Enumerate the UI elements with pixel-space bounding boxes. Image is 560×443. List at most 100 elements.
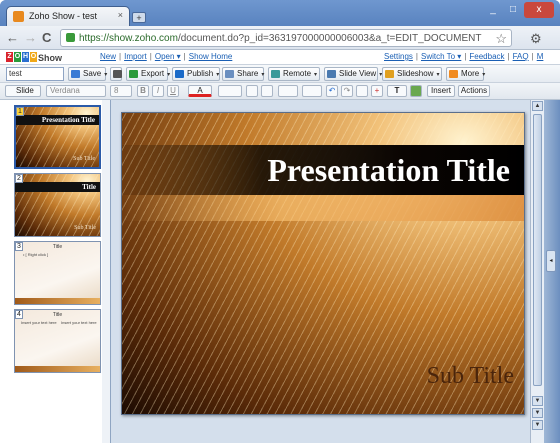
scroll-up-button[interactable]: ▲ [532, 101, 543, 111]
zoho-logo-letter: H [22, 52, 29, 62]
bold-button[interactable]: B [137, 85, 149, 97]
remote-icon [271, 70, 280, 78]
minimize-button[interactable]: _ [484, 2, 502, 18]
bookmark-star-icon[interactable]: ☆ [495, 31, 507, 47]
text-color-button[interactable]: A [188, 85, 212, 97]
image-icon[interactable] [410, 85, 422, 97]
slide-thumbnail-2[interactable]: 2 Title Sub Title [14, 173, 101, 237]
scroll-down-button[interactable]: ▼ [532, 396, 543, 406]
current-slide[interactable]: Presentation Title Sub Title [121, 112, 525, 415]
url-bar[interactable]: https://show.zoho.com/document.do?p_id=3… [60, 29, 512, 47]
slide-editor-stage: Presentation Title Sub Title [110, 100, 530, 443]
editor-scrollbar[interactable]: ▲ ▼ ▼ ▼ [530, 100, 544, 443]
back-button[interactable]: ← [6, 31, 19, 45]
zoho-logo-letter: Z [6, 52, 13, 62]
nav-link[interactable]: Import [124, 52, 147, 61]
more-button[interactable]: More ▾ [446, 67, 486, 81]
numbering-dropdown[interactable] [302, 85, 322, 97]
remote-button[interactable]: Remote ▾ [268, 67, 320, 81]
format-toolbar: Slide Verdana 8 B I U A ↶ ↷ + T Insert A… [0, 83, 560, 100]
text-tool-dropdown[interactable]: T [387, 85, 407, 97]
slide-thumbnail-4[interactable]: 4 Title Insert your text here Insert you… [14, 309, 101, 373]
chevron-down-icon: ▾ [482, 72, 486, 78]
slide-thumbnail-3[interactable]: 3 Title • [ Right click ] [14, 241, 101, 305]
browser-window: Zoho Show - test × + _ □ x ← → C https:/… [0, 0, 560, 443]
wrench-menu-icon[interactable]: ⚙ [530, 31, 542, 47]
slide-view-icon [327, 70, 336, 78]
account-link[interactable]: Feedback [469, 52, 504, 61]
panel-toggle-button[interactable]: ◂ [546, 250, 556, 272]
undo-icon[interactable]: ↶ [326, 85, 338, 97]
zoho-logo-letter: O [14, 52, 21, 62]
thumbnail-title: Title [52, 244, 63, 250]
share-button[interactable]: Share ▾ [222, 67, 264, 81]
align-dropdown[interactable] [218, 85, 242, 97]
next-slide-button[interactable]: ▼ [532, 408, 543, 418]
underline-button[interactable]: U [167, 85, 179, 97]
link-separator: | [507, 52, 510, 61]
nav-link[interactable]: Open ▾ [155, 52, 181, 61]
export-icon [129, 70, 138, 78]
export-button[interactable]: Export ▾ [126, 67, 171, 81]
document-name-input[interactable]: test [6, 67, 64, 81]
slideshow-button[interactable]: Slideshow ▾ [382, 67, 442, 81]
tab-close-icon[interactable]: × [118, 10, 123, 20]
main-toolbar: test Save ▾ Export ▾ Publish ▾ Share ▾ Remote ▾ Sl… [0, 64, 560, 83]
slide-view-button[interactable]: Slide View ▾ [324, 67, 382, 81]
save-button[interactable]: Save ▾ [68, 67, 108, 81]
browser-tab[interactable]: Zoho Show - test × [6, 6, 130, 26]
account-link[interactable]: M [537, 52, 544, 61]
thumbnail-scrollbar[interactable] [102, 100, 110, 443]
thumbnail-column-1: Insert your text here [21, 320, 57, 325]
thumbnail-bullet: • [ Right click ] [23, 252, 49, 257]
chevron-down-icon: ▾ [104, 72, 108, 78]
slide-thumbnail-panel: 1 Presentation Title Sub Title 2 Title S… [0, 100, 110, 443]
actions-dropdown[interactable]: Actions [458, 85, 490, 97]
reload-button[interactable]: C [42, 31, 51, 45]
slide-subtitle-text[interactable]: Sub Title [427, 363, 514, 390]
slide-number: 1 [16, 107, 24, 116]
last-slide-button[interactable]: ▼ [532, 420, 543, 430]
new-tab-button[interactable]: + [132, 12, 146, 23]
nav-link[interactable]: Show Home [189, 52, 233, 61]
chevron-down-icon: ▾ [216, 72, 220, 78]
redo-icon[interactable]: ↷ [341, 85, 353, 97]
indent-increase-icon[interactable] [261, 85, 273, 97]
font-size-select[interactable]: 8 [110, 85, 132, 97]
thumbnail-column-2: Insert your text here [61, 320, 97, 325]
account-link[interactable]: Switch To ▾ [421, 52, 461, 61]
scroll-thumb[interactable] [533, 114, 542, 386]
left-links: New | Import | Open ▾ | Show Home [100, 52, 232, 61]
slide-layout-dropdown[interactable]: Slide [5, 85, 41, 97]
print-button[interactable] [110, 67, 122, 81]
more-icon [449, 70, 458, 78]
slide-number: 4 [15, 310, 23, 319]
publish-button[interactable]: Publish ▾ [172, 67, 220, 81]
toolbar-button-label: More [461, 69, 480, 78]
slide-thumbnail-1[interactable]: 1 Presentation Title Sub Title [14, 105, 101, 169]
maximize-button[interactable]: □ [504, 2, 522, 18]
forward-button[interactable]: → [24, 31, 37, 45]
insert-dropdown[interactable]: Insert [427, 85, 455, 97]
chevron-down-icon: ▾ [167, 72, 171, 78]
product-name: Show [38, 53, 62, 63]
link-separator: | [149, 52, 152, 61]
link-separator: | [119, 52, 122, 61]
thumbnail-subtitle: Sub Title [74, 225, 96, 231]
nav-link[interactable]: New [100, 52, 116, 61]
account-link[interactable]: Settings [384, 52, 413, 61]
url-host: https://show.zoho.com [79, 33, 178, 44]
url-text[interactable]: https://show.zoho.com/document.do?p_id=3… [79, 33, 482, 44]
workspace: 1 Presentation Title Sub Title 2 Title S… [0, 100, 560, 443]
slide-title-bar: Presentation Title [122, 145, 524, 195]
table-icon[interactable] [356, 85, 368, 97]
close-window-button[interactable]: x [524, 2, 554, 18]
shapes-icon[interactable]: + [371, 85, 383, 97]
account-link[interactable]: FAQ [513, 52, 529, 61]
italic-button[interactable]: I [152, 85, 164, 97]
save-icon [71, 70, 80, 78]
font-family-select[interactable]: Verdana [46, 85, 106, 97]
bullets-dropdown[interactable] [278, 85, 298, 97]
indent-decrease-icon[interactable] [246, 85, 258, 97]
slide-title-text[interactable]: Presentation Title [267, 152, 510, 189]
